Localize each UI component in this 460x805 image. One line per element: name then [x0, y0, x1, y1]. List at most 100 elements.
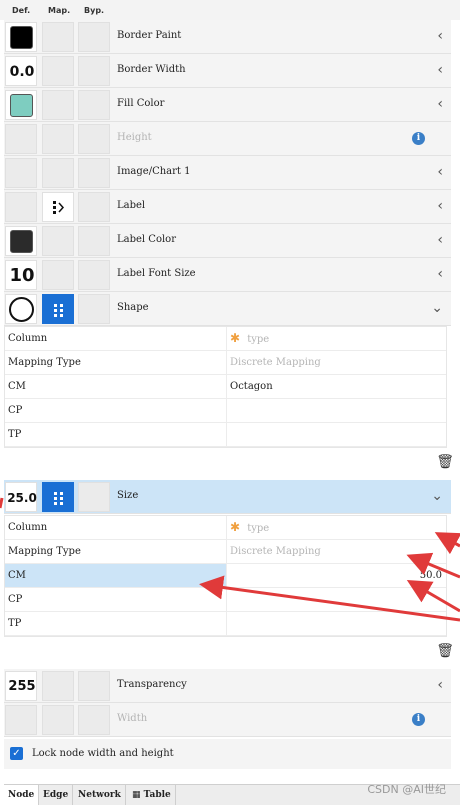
default-cell[interactable]: 0.0 [5, 56, 37, 86]
mapping-value[interactable]: 50.0 [228, 564, 446, 587]
mapping-cell[interactable] [42, 260, 74, 290]
chevron-left-icon[interactable]: ‹ [437, 233, 443, 247]
property-transparency[interactable]: 255 Transparency ‹ [4, 669, 451, 703]
mapping-value[interactable] [228, 399, 446, 422]
watermark: CSDN @AI世纪 [367, 783, 446, 796]
property-label: Height [117, 132, 152, 143]
lock-label: Lock node width and height [32, 748, 174, 759]
mapping-row-column[interactable]: Column ✱ type [5, 327, 446, 351]
table-icon: ▦ [132, 790, 141, 800]
property-label: Border Paint [117, 30, 182, 41]
mapping-row-cm[interactable]: CM 50.0 [5, 564, 446, 588]
info-icon[interactable]: i [412, 713, 425, 726]
mapping-row-cp[interactable]: CP [5, 588, 446, 612]
property-border-paint[interactable]: Border Paint ‹ [4, 20, 451, 54]
mapping-row-type[interactable]: Mapping Type Discrete Mapping [5, 351, 446, 375]
property-border-width[interactable]: 0.0 Border Width ‹ [4, 54, 451, 88]
mapping-key: Column [5, 327, 227, 350]
mapping-cell[interactable] [42, 192, 74, 222]
bypass-cell[interactable] [78, 294, 110, 324]
chevron-left-icon[interactable]: ‹ [437, 678, 443, 692]
mapping-row-cp[interactable]: CP [5, 399, 446, 423]
bypass-cell[interactable] [78, 671, 110, 701]
mapping-cell[interactable] [42, 90, 74, 120]
trash-icon[interactable]: 🗑 [436, 643, 454, 659]
bypass-cell[interactable] [78, 226, 110, 256]
chevron-left-icon[interactable]: ‹ [437, 199, 443, 213]
mapping-cell[interactable] [42, 22, 74, 52]
chevron-left-icon[interactable]: ‹ [437, 267, 443, 281]
property-fill-color[interactable]: Fill Color ‹ [4, 88, 451, 122]
default-cell[interactable]: 25.0 [5, 482, 37, 512]
bypass-cell[interactable] [78, 158, 110, 188]
chevron-left-icon[interactable]: ‹ [437, 97, 443, 111]
mapping-type-selector[interactable]: Discrete Mapping [228, 351, 446, 374]
bypass-cell[interactable] [78, 192, 110, 222]
chevron-down-icon[interactable]: ⌄ [431, 301, 443, 315]
default-cell[interactable] [5, 226, 37, 256]
bypass-cell[interactable] [78, 482, 110, 512]
mapping-cell[interactable] [42, 294, 74, 324]
trash-icon[interactable]: 🗑 [436, 454, 454, 470]
tab-edge[interactable]: Edge [39, 785, 74, 805]
bypass-cell[interactable] [78, 90, 110, 120]
default-value: 0.0 [9, 64, 35, 80]
property-label-color[interactable]: Label Color ‹ [4, 224, 451, 258]
mapping-key: Mapping Type [5, 351, 227, 374]
bypass-cell[interactable] [78, 56, 110, 86]
default-cell[interactable] [5, 294, 37, 324]
chevron-down-icon[interactable]: ⌄ [431, 489, 443, 503]
mapping-type-selector[interactable]: Discrete Mapping [228, 540, 446, 563]
mapping-value[interactable] [228, 612, 446, 635]
ellipse-shape-icon [9, 297, 34, 322]
mapping-row-column[interactable]: Column ✱ type [5, 516, 446, 540]
mapping-cell [42, 124, 74, 154]
column-selector[interactable]: ✱ type [228, 327, 446, 350]
tab-network[interactable]: Network [74, 785, 126, 805]
default-cell[interactable] [5, 192, 37, 222]
default-cell[interactable]: 255 [5, 671, 37, 701]
property-label-font-size[interactable]: 10 Label Font Size ‹ [4, 258, 451, 292]
lock-checkbox[interactable]: ✓ [10, 747, 23, 760]
mapping-row-tp[interactable]: TP [5, 423, 446, 447]
column-selector[interactable]: ✱ type [228, 516, 446, 539]
mapping-cell[interactable] [42, 226, 74, 256]
chevron-left-icon[interactable]: ‹ [437, 29, 443, 43]
column-type-icon: ✱ [230, 331, 241, 345]
mapping-cell[interactable] [42, 671, 74, 701]
default-cell[interactable]: 10 [5, 260, 37, 290]
tab-table-label: Table [143, 790, 171, 800]
mapping-cell[interactable] [42, 482, 74, 512]
default-value: 255 [8, 679, 36, 694]
mapping-row-tp[interactable]: TP [5, 612, 446, 636]
default-cell[interactable] [5, 158, 37, 188]
mapping-row-type[interactable]: Mapping Type Discrete Mapping [5, 540, 446, 564]
tab-table[interactable]: ▦ Table [128, 785, 176, 805]
chevron-left-icon[interactable]: ‹ [437, 165, 443, 179]
property-label: Label [117, 200, 146, 211]
property-label-row[interactable]: Label ‹ [4, 190, 451, 224]
property-label: Width [117, 713, 148, 724]
property-image-chart[interactable]: Image/Chart 1 ‹ [4, 156, 451, 190]
property-size[interactable]: 25.0 Size ⌄ [4, 480, 451, 514]
tab-node[interactable]: Node [4, 785, 40, 805]
default-cell[interactable] [5, 22, 37, 52]
mapping-key: Column [5, 516, 227, 539]
bypass-cell[interactable] [78, 260, 110, 290]
mapping-value[interactable] [228, 588, 446, 611]
property-shape[interactable]: Shape ⌄ [4, 292, 451, 326]
mapping-value[interactable]: Octagon [228, 375, 446, 398]
color-swatch [10, 26, 33, 49]
info-icon[interactable]: i [412, 132, 425, 145]
property-label: Border Width [117, 64, 186, 75]
chevron-left-icon[interactable]: ‹ [437, 63, 443, 77]
shape-mapping-table: Column ✱ type Mapping Type Discrete Mapp… [4, 326, 447, 448]
mapping-row-cm[interactable]: CM Octagon [5, 375, 446, 399]
mapping-value[interactable] [228, 423, 446, 446]
mapping-cell[interactable] [42, 158, 74, 188]
size-mapping-table: Column ✱ type Mapping Type Discrete Mapp… [4, 515, 447, 637]
bypass-cell[interactable] [78, 22, 110, 52]
default-cell[interactable] [5, 90, 37, 120]
mapping-key: CP [5, 399, 227, 422]
mapping-cell[interactable] [42, 56, 74, 86]
